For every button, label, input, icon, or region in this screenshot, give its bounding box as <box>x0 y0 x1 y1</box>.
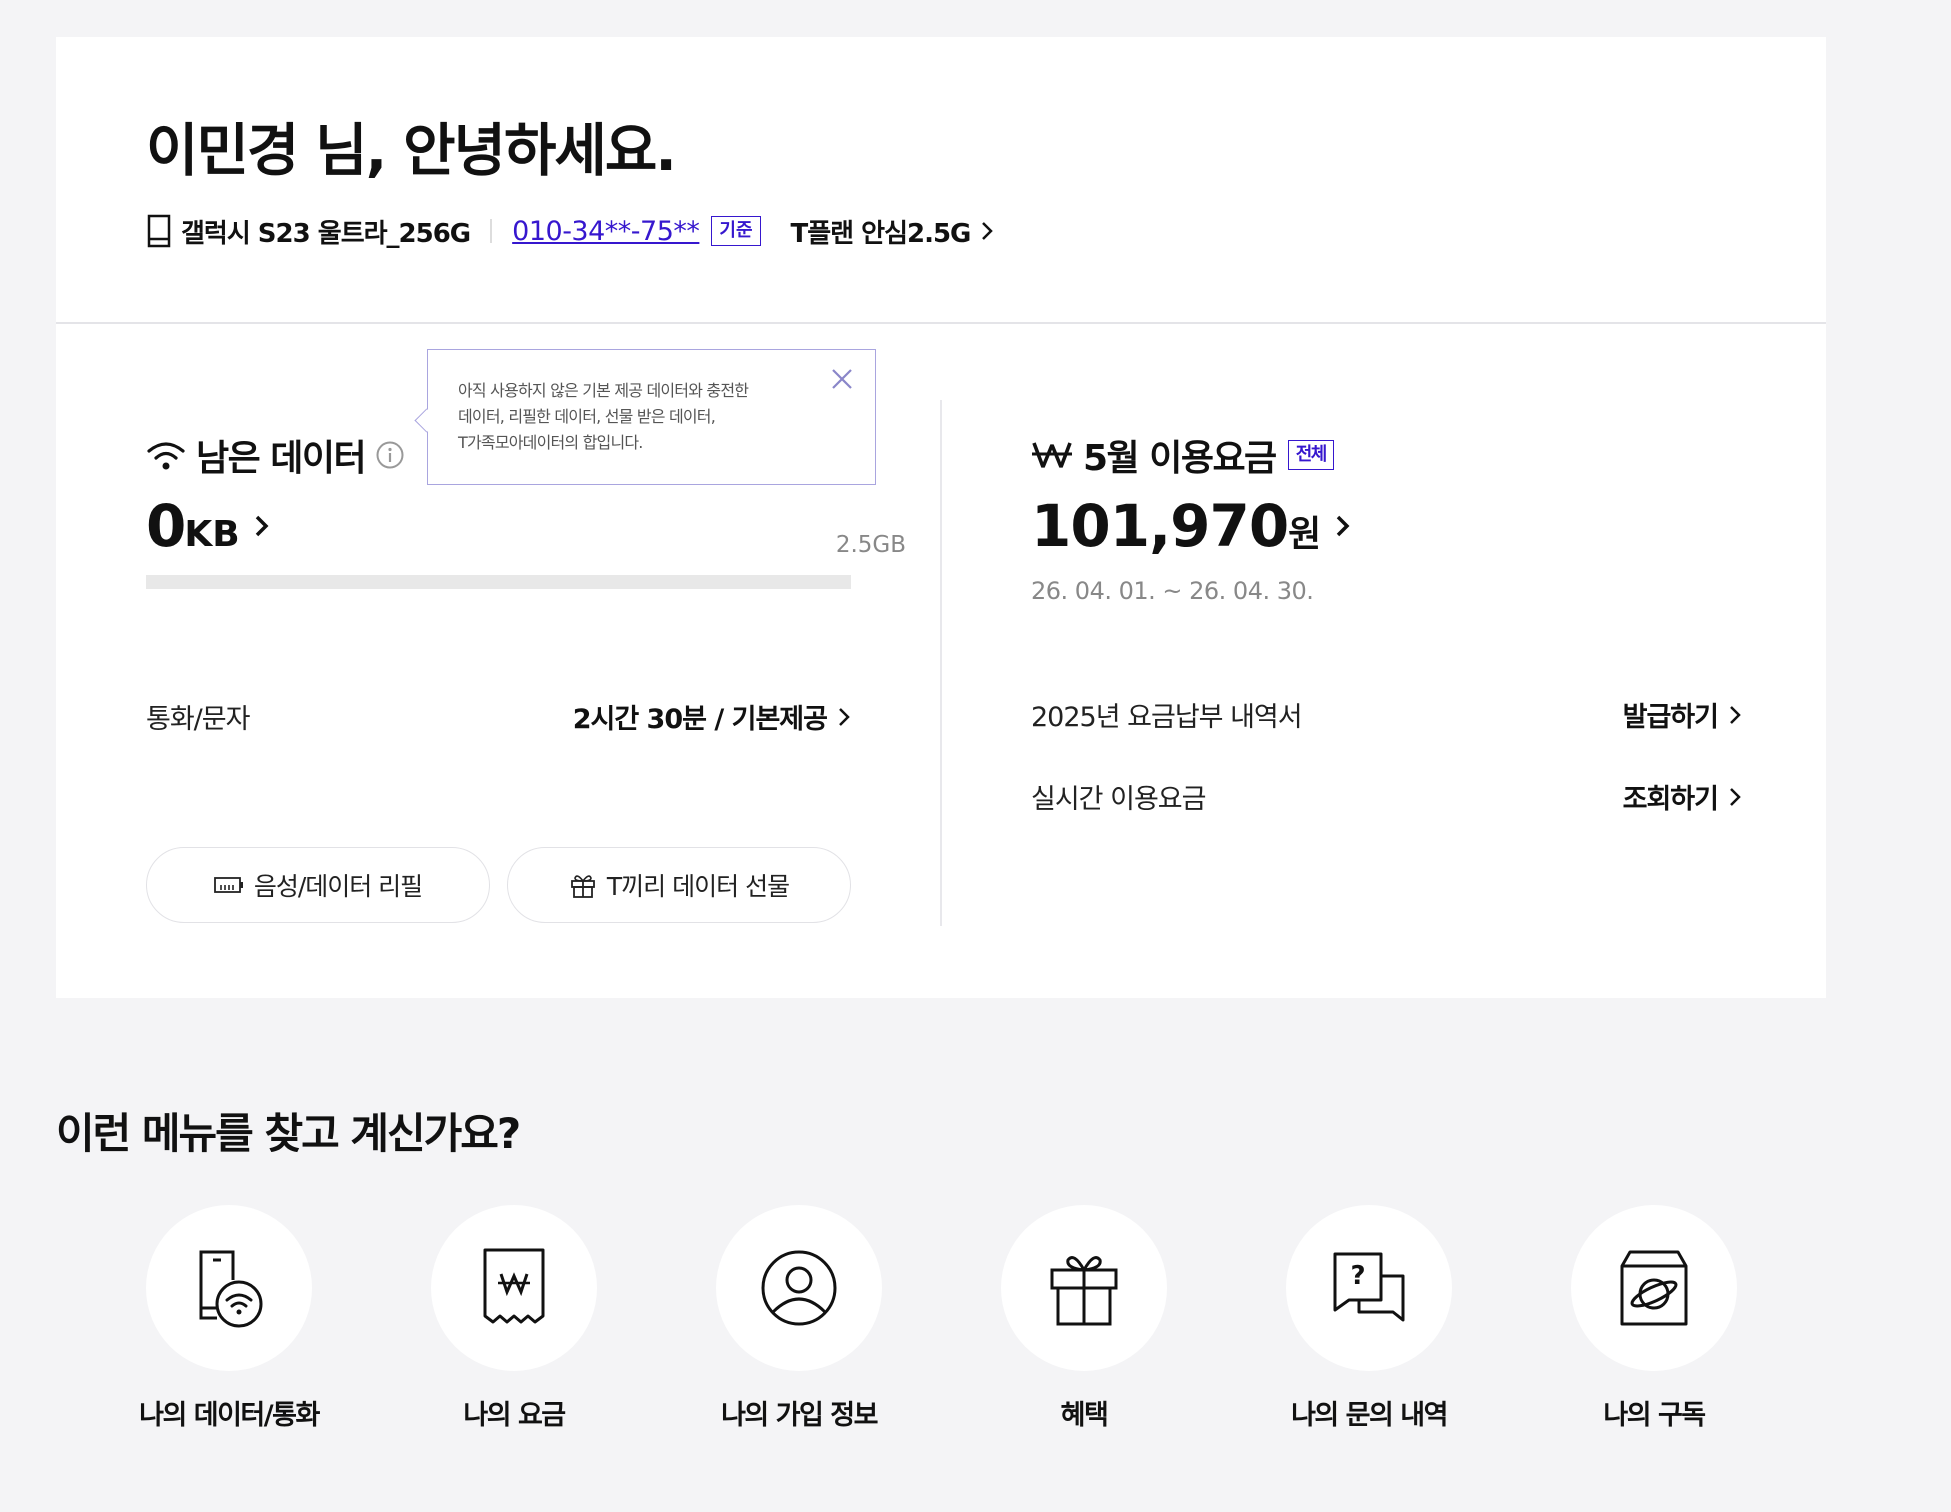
section-divider <box>940 400 942 926</box>
remaining-data-unit: KB <box>184 514 240 555</box>
realtime-fee-row: 실시간 이용요금 조회하기 <box>1031 777 1742 816</box>
phone-badge: 기준 <box>711 216 761 246</box>
data-progress-bar <box>146 575 851 589</box>
phone-wifi-icon <box>199 1250 263 1328</box>
menu-label: 나의 데이터/통화 <box>139 1400 320 1431</box>
monthly-fee-label: 5월 이용요금 <box>1083 438 1277 479</box>
user-circle-icon <box>761 1250 837 1326</box>
menu-label: 나의 문의 내역 <box>1291 1400 1448 1431</box>
won-icon <box>1032 442 1072 468</box>
chevron-right-icon <box>1730 705 1741 724</box>
refill-button[interactable]: 음성/데이터 리필 <box>146 847 490 923</box>
menu-icon-circle <box>1001 1205 1167 1371</box>
menu-item-subscription-info[interactable]: 나의 가입 정보 <box>669 1205 929 1432</box>
remaining-data-label: 남은 데이터 <box>196 438 367 479</box>
menu-label: 나의 구독 <box>1603 1400 1706 1431</box>
phone-number-link[interactable]: 010-34**-75** <box>512 216 700 247</box>
menu-item-my-fee[interactable]: 나의 요금 <box>384 1205 644 1432</box>
remaining-data-value[interactable]: 0 KB <box>146 492 272 560</box>
header-divider <box>56 322 1826 324</box>
gift-icon <box>571 875 595 898</box>
chevron-right-icon <box>839 707 850 726</box>
device-name: 갤럭시 S23 울트라_256G <box>181 218 471 249</box>
subscription-box-icon <box>1620 1250 1688 1326</box>
monthly-fee-value[interactable]: 101,970 원 <box>1031 492 1353 560</box>
chevron-right-icon <box>255 515 269 537</box>
menu-icon-circle <box>431 1205 597 1371</box>
fee-amount: 101,970 <box>1031 492 1289 560</box>
svg-text:?: ? <box>1350 1261 1365 1291</box>
phone-icon <box>146 214 172 248</box>
menu-icon-circle: ? <box>1286 1205 1452 1371</box>
payment-statement-label: 2025년 요금납부 내역서 <box>1031 702 1303 733</box>
tooltip-text: 아직 사용하지 않은 기본 제공 데이터와 충전한 데이터, 리필한 데이터, … <box>458 381 749 452</box>
fee-unit: 원 <box>1288 514 1322 555</box>
close-icon[interactable] <box>829 366 855 392</box>
plan-link[interactable]: T플랜 안심2.5G <box>791 213 995 250</box>
view-button[interactable]: 조회하기 <box>1623 777 1742 816</box>
menu-label: 혜택 <box>1060 1400 1109 1431</box>
realtime-fee-label: 실시간 이용요금 <box>1031 784 1206 815</box>
call-sms-label: 통화/문자 <box>146 704 250 735</box>
menu-label: 나의 요금 <box>463 1400 566 1431</box>
info-icon[interactable] <box>375 440 405 470</box>
chevron-right-icon <box>1730 787 1741 806</box>
battery-icon <box>213 877 243 893</box>
remaining-data-number: 0 <box>146 492 186 560</box>
menu-item-data-call[interactable]: 나의 데이터/통화 <box>99 1205 359 1432</box>
refill-label: 음성/데이터 리필 <box>253 872 423 901</box>
billing-period: 26. 04. 01. ~ 26. 04. 30. <box>1031 577 1314 605</box>
menu-item-subscriptions[interactable]: 나의 구독 <box>1524 1205 1784 1432</box>
summary-card: 이민경 님, 안녕하세요. 갤럭시 S23 울트라_256G 010-34**-… <box>56 37 1826 998</box>
info-separator <box>490 219 493 243</box>
payment-statement-row: 2025년 요금납부 내역서 발급하기 <box>1031 695 1742 734</box>
remaining-data-title: 남은 데이터 <box>146 429 405 481</box>
menu-item-inquiries[interactable]: ? 나의 문의 내역 <box>1239 1205 1499 1432</box>
menu-icon-circle <box>1571 1205 1737 1371</box>
line-info: 갤럭시 S23 울트라_256G 010-34**-75** 기준 T플랜 안심… <box>146 211 994 251</box>
greeting-title: 이민경 님, 안녕하세요. <box>146 118 677 184</box>
wifi-icon <box>147 442 185 470</box>
menu-heading: 이런 메뉴를 찾고 계신가요? <box>56 1109 521 1158</box>
plan-name: T플랜 안심2.5G <box>790 218 972 249</box>
menu-item-benefits[interactable]: 혜택 <box>954 1205 1214 1432</box>
chevron-right-icon <box>982 222 994 240</box>
call-sms-value[interactable]: 2시간 30분 / 기본제공 <box>573 697 851 736</box>
call-sms-row: 통화/문자 2시간 30분 / 기본제공 <box>146 697 851 736</box>
bill-won-icon <box>483 1248 545 1324</box>
data-gift-label: T끼리 데이터 선물 <box>606 872 790 901</box>
chevron-right-icon <box>1337 515 1350 537</box>
data-info-tooltip: 아직 사용하지 않은 기본 제공 데이터와 충전한 데이터, 리필한 데이터, … <box>427 349 876 485</box>
chat-question-icon: ? <box>1333 1252 1405 1322</box>
menu-label: 나의 가입 정보 <box>721 1400 878 1431</box>
menu-icon-circle <box>146 1205 312 1371</box>
menu-icon-circle <box>716 1205 882 1371</box>
data-gift-button[interactable]: T끼리 데이터 선물 <box>507 847 851 923</box>
data-limit-label: 2.5GB <box>835 532 906 558</box>
monthly-fee-title: 5월 이용요금 전체 <box>1031 429 1334 481</box>
issue-button[interactable]: 발급하기 <box>1623 695 1742 734</box>
fee-scope-badge[interactable]: 전체 <box>1287 440 1334 470</box>
gift-icon <box>1050 1256 1118 1326</box>
